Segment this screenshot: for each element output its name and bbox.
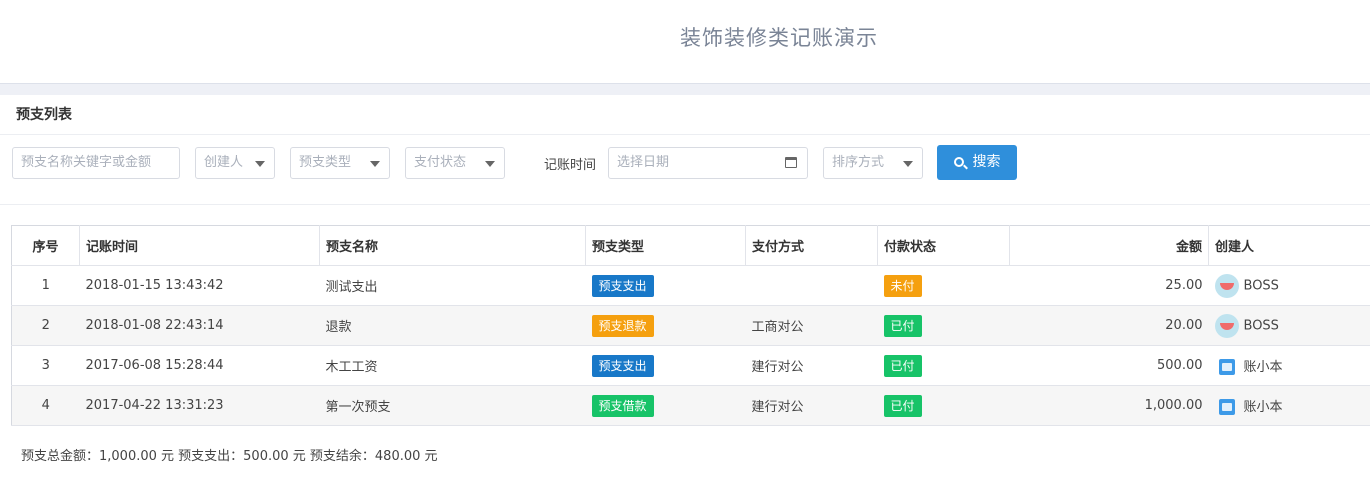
- column-header-amount[interactable]: 金额: [1009, 225, 1209, 266]
- top-bar: 装饰装修类记账演示: [0, 0, 1370, 84]
- chevron-down-icon: [255, 161, 265, 167]
- cell-index: 3: [11, 345, 80, 386]
- advance-table: 序号 记账时间 预支名称 预支类型 支付方式 付款状态 金额 创建人 1 201…: [11, 225, 1370, 426]
- sort-select-label: 排序方式: [832, 155, 885, 170]
- record-time-label: 记账时间: [544, 158, 597, 173]
- cell-amount: 1,000.00: [1009, 385, 1209, 426]
- cell-name: 退款: [319, 305, 586, 346]
- status-badge: 已付: [883, 354, 922, 377]
- cell-status: 未付: [877, 265, 1010, 306]
- sort-select[interactable]: 排序方式: [823, 147, 923, 179]
- type-badge: 预支借款: [591, 394, 654, 417]
- table-header-row: 序号 记账时间 预支名称 预支类型 支付方式 付款状态 金额 创建人: [11, 225, 1370, 266]
- cell-name: 测试支出: [319, 265, 586, 306]
- cell-amount: 500.00: [1009, 345, 1209, 386]
- cell-type: 预支支出: [585, 345, 746, 386]
- cell-creator: BOSS: [1208, 305, 1370, 346]
- cell-type: 预支退款: [585, 305, 746, 346]
- creator-name: 账小本: [1243, 399, 1283, 415]
- type-badge: 预支退款: [591, 314, 654, 337]
- cell-creator: 账小本: [1208, 345, 1370, 386]
- pay-status-select[interactable]: 支付状态: [405, 147, 505, 179]
- cell-amount: 25.00: [1009, 265, 1209, 306]
- cell-status: 已付: [877, 305, 1010, 346]
- chevron-down-icon: [370, 161, 380, 167]
- cell-creator: 账小本: [1208, 385, 1370, 426]
- cell-status: 已付: [877, 385, 1010, 426]
- search-icon: [953, 157, 964, 167]
- cell-time: 2017-04-22 13:31:23: [79, 385, 320, 426]
- table-row[interactable]: 4 2017-04-22 13:31:23 第一次预支 预支借款 建行对公 已付…: [11, 385, 1370, 426]
- cell-method: 工商对公: [745, 305, 878, 346]
- column-header-time[interactable]: 记账时间: [79, 225, 320, 266]
- column-header-method[interactable]: 支付方式: [745, 225, 878, 266]
- cell-index: 4: [11, 385, 80, 426]
- cell-type: 预支借款: [585, 385, 746, 426]
- creator-name: BOSS: [1243, 278, 1279, 293]
- cell-time: 2018-01-15 13:43:42: [79, 265, 320, 306]
- table-row[interactable]: 2 2018-01-08 22:43:14 退款 预支退款 工商对公 已付 20…: [11, 305, 1370, 346]
- app-title: 装饰装修类记账演示: [680, 26, 878, 50]
- status-badge: 未付: [883, 274, 922, 297]
- ledger-avatar-icon: [1218, 359, 1235, 376]
- keyword-placeholder: 预支名称关键字或金额: [21, 155, 152, 170]
- creator-name: BOSS: [1243, 318, 1279, 333]
- cell-type: 预支支出: [585, 265, 746, 306]
- creator-name: 账小本: [1243, 359, 1283, 375]
- column-header-creator[interactable]: 创建人: [1208, 225, 1370, 266]
- panel-title: 预支列表: [0, 95, 1370, 135]
- creator-select-label: 创建人: [204, 155, 244, 170]
- column-header-status[interactable]: 付款状态: [877, 225, 1010, 266]
- cell-method: [745, 265, 878, 306]
- chevron-down-icon: [903, 161, 913, 167]
- status-badge: 已付: [883, 314, 922, 337]
- keyword-search-input[interactable]: 预支名称关键字或金额: [12, 147, 180, 179]
- watermelon-avatar-icon: [1214, 273, 1239, 298]
- type-select[interactable]: 预支类型: [290, 147, 390, 179]
- chevron-down-icon: [485, 161, 495, 167]
- column-header-name[interactable]: 预支名称: [319, 225, 586, 266]
- search-button-label: 搜索: [972, 154, 1001, 170]
- cell-time: 2017-06-08 15:28:44: [79, 345, 320, 386]
- calendar-icon: [785, 157, 797, 168]
- date-picker-input[interactable]: 选择日期: [608, 147, 808, 179]
- watermelon-avatar-icon: [1214, 313, 1239, 338]
- column-header-index[interactable]: 序号: [11, 225, 80, 266]
- cell-status: 已付: [877, 345, 1010, 386]
- type-select-label: 预支类型: [299, 155, 352, 170]
- pay-status-select-label: 支付状态: [414, 155, 467, 170]
- date-placeholder: 选择日期: [617, 155, 670, 170]
- table-row[interactable]: 3 2017-06-08 15:28:44 木工工资 预支支出 建行对公 已付 …: [11, 345, 1370, 386]
- cell-name: 木工工资: [319, 345, 586, 386]
- status-badge: 已付: [883, 394, 922, 417]
- type-badge: 预支支出: [591, 354, 654, 377]
- table-row[interactable]: 1 2018-01-15 13:43:42 测试支出 预支支出 未付 25.00…: [11, 265, 1370, 306]
- cell-creator: BOSS: [1208, 265, 1370, 306]
- cell-index: 1: [11, 265, 80, 306]
- type-badge: 预支支出: [591, 274, 654, 297]
- creator-select[interactable]: 创建人: [195, 147, 275, 179]
- search-button[interactable]: 搜索: [937, 145, 1017, 180]
- cell-method: 建行对公: [745, 385, 878, 426]
- column-header-type[interactable]: 预支类型: [585, 225, 746, 266]
- filter-bar: 预支名称关键字或金额 创建人 预支类型 支付状态 记账时间 选择日期 排序方式 …: [0, 135, 1370, 205]
- ledger-avatar-icon: [1218, 399, 1235, 416]
- cell-name: 第一次预支: [319, 385, 586, 426]
- cell-index: 2: [11, 305, 80, 346]
- cell-amount: 20.00: [1009, 305, 1209, 346]
- cell-method: 建行对公: [745, 345, 878, 386]
- advance-list-panel: 预支列表 预支名称关键字或金额 创建人 预支类型 支付状态 记账时间 选择日期 …: [0, 95, 1370, 488]
- cell-time: 2018-01-08 22:43:14: [79, 305, 320, 346]
- summary-totals: 预支总金额：1,000.00 元 预支支出：500.00 元 预支结余：480.…: [21, 449, 438, 464]
